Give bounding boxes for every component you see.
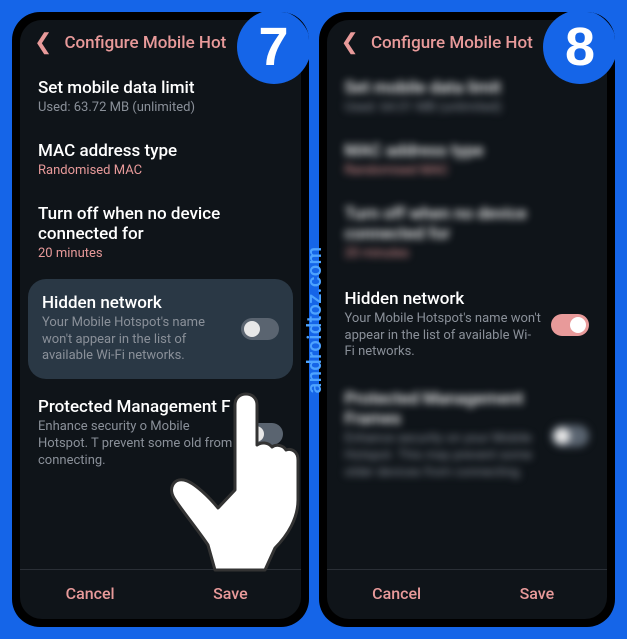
- setting-subtitle: Used: 64.01 MB (unlimited): [345, 100, 590, 117]
- setting-subtitle: 20 minutes: [38, 246, 283, 263]
- setting-pmf[interactable]: Protected Management Frames Enhance secu…: [327, 375, 608, 496]
- setting-subtitle: Enhance security o Mobile Hotspot. T pre…: [38, 419, 235, 470]
- page-title: Configure Mobile Hot: [64, 33, 226, 53]
- step-badge-7: 7: [237, 12, 309, 84]
- setting-title: Protected Management F: [38, 397, 235, 417]
- screen-7: ❮ Configure Mobile Hot Set mobile data l…: [20, 20, 301, 619]
- hidden-network-toggle[interactable]: [241, 318, 279, 340]
- setting-subtitle: Enhance security on your Mobile Hotspot.…: [345, 431, 542, 482]
- page-title: Configure Mobile Hot: [371, 33, 533, 53]
- setting-title: Set mobile data limit: [345, 78, 590, 98]
- setting-title: Protected Management Frames: [345, 389, 542, 429]
- setting-subtitle: Randomised MAC: [345, 163, 590, 180]
- step-badge-8: 8: [543, 12, 615, 84]
- footer-bar: Cancel Save: [327, 569, 608, 619]
- back-icon[interactable]: ❮: [34, 32, 52, 54]
- cancel-button[interactable]: Cancel: [327, 584, 467, 603]
- setting-subtitle: 20 minutes: [345, 246, 590, 263]
- setting-subtitle: Used: 63.72 MB (unlimited): [38, 100, 283, 117]
- setting-mac-type[interactable]: MAC address type Randomised MAC: [327, 129, 608, 192]
- phone-frame-7: 7 ❮ Configure Mobile Hot Set mobile data…: [12, 12, 309, 627]
- setting-subtitle: Randomised MAC: [38, 163, 283, 180]
- hidden-network-toggle[interactable]: [551, 314, 589, 336]
- setting-title: Turn off when no device connected for: [38, 204, 283, 244]
- setting-title: MAC address type: [38, 141, 283, 161]
- setting-title: Turn off when no device connected for: [345, 204, 590, 244]
- back-icon[interactable]: ❮: [341, 32, 359, 54]
- setting-subtitle: Your Mobile Hotspot's name won't appear …: [42, 315, 231, 366]
- save-button[interactable]: Save: [467, 584, 607, 603]
- setting-title: Hidden network: [42, 293, 231, 313]
- pmf-toggle[interactable]: [245, 423, 283, 445]
- setting-mac-type[interactable]: MAC address type Randomised MAC: [20, 129, 301, 192]
- screen-8: ❮ Configure Mobile Hot Set mobile data l…: [327, 20, 608, 619]
- setting-timeout[interactable]: Turn off when no device connected for 20…: [327, 192, 608, 275]
- pmf-toggle[interactable]: [551, 425, 589, 447]
- footer-bar: Cancel Save: [20, 569, 301, 619]
- setting-hidden-network[interactable]: Hidden network Your Mobile Hotspot's nam…: [327, 275, 608, 376]
- setting-timeout[interactable]: Turn off when no device connected for 20…: [20, 192, 301, 275]
- save-button[interactable]: Save: [160, 584, 300, 603]
- setting-title: Hidden network: [345, 289, 542, 309]
- setting-hidden-network[interactable]: Hidden network Your Mobile Hotspot's nam…: [28, 279, 293, 380]
- setting-pmf[interactable]: Protected Management F Enhance security …: [20, 383, 301, 484]
- settings-list: Set mobile data limit Used: 64.01 MB (un…: [327, 66, 608, 569]
- setting-subtitle: Your Mobile Hotspot's name won't appear …: [345, 311, 542, 362]
- setting-title: Set mobile data limit: [38, 78, 283, 98]
- settings-list: Set mobile data limit Used: 63.72 MB (un…: [20, 66, 301, 569]
- phone-frame-8: 8 ❮ Configure Mobile Hot Set mobile data…: [319, 12, 616, 627]
- cancel-button[interactable]: Cancel: [20, 584, 160, 603]
- setting-title: MAC address type: [345, 141, 590, 161]
